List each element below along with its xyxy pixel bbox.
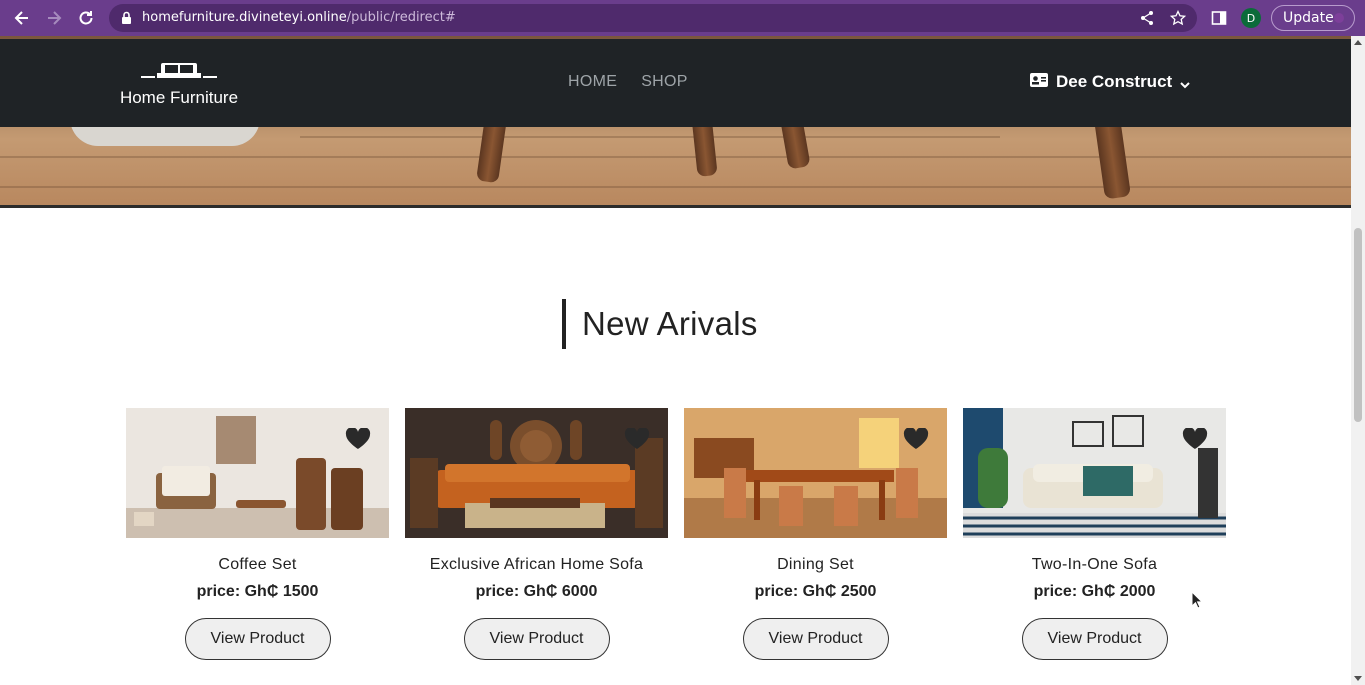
bookmark-star-icon[interactable] bbox=[1169, 9, 1187, 31]
product-image[interactable] bbox=[684, 408, 947, 538]
url-text: homefurniture.divineteyi.online/public/r… bbox=[142, 10, 456, 25]
product-card: Coffee Set price: Gh₵ 1500 View Product bbox=[126, 408, 389, 660]
back-icon[interactable] bbox=[10, 6, 34, 30]
share-icon[interactable] bbox=[1139, 10, 1155, 31]
account-dropdown[interactable]: Dee Construct bbox=[1030, 70, 1190, 94]
product-price: price: Gh₵ 2500 bbox=[754, 583, 877, 600]
page-scrollbar[interactable] bbox=[1351, 36, 1365, 685]
wishlist-heart-icon[interactable] bbox=[1182, 427, 1208, 455]
site-navbar: Home Furniture HOME SHOP Dee Construct bbox=[0, 39, 1351, 127]
url-path: /public/redirect# bbox=[346, 10, 456, 25]
chevron-down-icon bbox=[1180, 74, 1190, 94]
product-price: price: Gh₵ 1500 bbox=[196, 583, 319, 600]
mouse-cursor-icon bbox=[1191, 590, 1204, 614]
product-name: Coffee Set bbox=[218, 556, 297, 573]
url-host: homefurniture.divineteyi.online bbox=[142, 10, 347, 25]
profile-avatar[interactable]: D bbox=[1241, 8, 1261, 28]
reload-icon[interactable] bbox=[74, 6, 98, 30]
product-image[interactable] bbox=[405, 408, 668, 538]
update-label: Update bbox=[1283, 10, 1334, 26]
lock-icon bbox=[121, 11, 132, 30]
product-name: Two-In-One Sofa bbox=[1031, 556, 1158, 573]
id-card-icon bbox=[1030, 72, 1048, 92]
update-indicator-icon bbox=[1334, 13, 1344, 23]
wishlist-heart-icon[interactable] bbox=[624, 427, 650, 455]
site-logo[interactable]: Home Furniture bbox=[118, 61, 240, 108]
product-card: Two-In-One Sofa price: Gh₵ 2000 View Pro… bbox=[963, 408, 1226, 660]
scroll-up-arrow-icon[interactable] bbox=[1354, 40, 1362, 45]
account-name: Dee Construct bbox=[1056, 72, 1173, 91]
brand-name: Home Furniture bbox=[119, 88, 239, 107]
view-product-button[interactable]: View Product bbox=[742, 618, 889, 660]
product-price: price: Gh₵ 2000 bbox=[1033, 583, 1156, 600]
wishlist-heart-icon[interactable] bbox=[903, 427, 929, 455]
sofa-logo-icon bbox=[141, 63, 217, 78]
section-title: New Arivals bbox=[562, 299, 758, 349]
product-image[interactable] bbox=[963, 408, 1226, 538]
side-panel-icon[interactable] bbox=[1207, 6, 1231, 30]
product-card: Dining Set price: Gh₵ 2500 View Product bbox=[684, 408, 947, 660]
address-bar[interactable]: homefurniture.divineteyi.online/public/r… bbox=[109, 4, 1197, 32]
wishlist-heart-icon[interactable] bbox=[345, 427, 371, 455]
main-nav: HOME SHOP bbox=[568, 73, 688, 91]
update-button[interactable]: Update bbox=[1271, 5, 1355, 31]
browser-toolbar: homefurniture.divineteyi.online/public/r… bbox=[0, 0, 1365, 36]
page-viewport: Home Furniture HOME SHOP Dee Construct N… bbox=[0, 36, 1351, 685]
view-product-button[interactable]: View Product bbox=[184, 618, 331, 660]
product-name: Dining Set bbox=[777, 556, 854, 573]
scrollbar-thumb[interactable] bbox=[1354, 228, 1362, 422]
product-card: Exclusive African Home Sofa price: Gh₵ 6… bbox=[405, 408, 668, 660]
product-name: Exclusive African Home Sofa bbox=[429, 556, 644, 573]
nav-shop-link[interactable]: SHOP bbox=[641, 73, 688, 91]
view-product-button[interactable]: View Product bbox=[463, 618, 610, 660]
scroll-down-arrow-icon[interactable] bbox=[1354, 676, 1362, 681]
view-product-button[interactable]: View Product bbox=[1021, 618, 1168, 660]
section-title-text: New Arivals bbox=[582, 305, 758, 342]
product-image[interactable] bbox=[126, 408, 389, 538]
forward-icon[interactable] bbox=[42, 6, 66, 30]
product-price: price: Gh₵ 6000 bbox=[475, 583, 598, 600]
nav-home-link[interactable]: HOME bbox=[568, 73, 617, 91]
